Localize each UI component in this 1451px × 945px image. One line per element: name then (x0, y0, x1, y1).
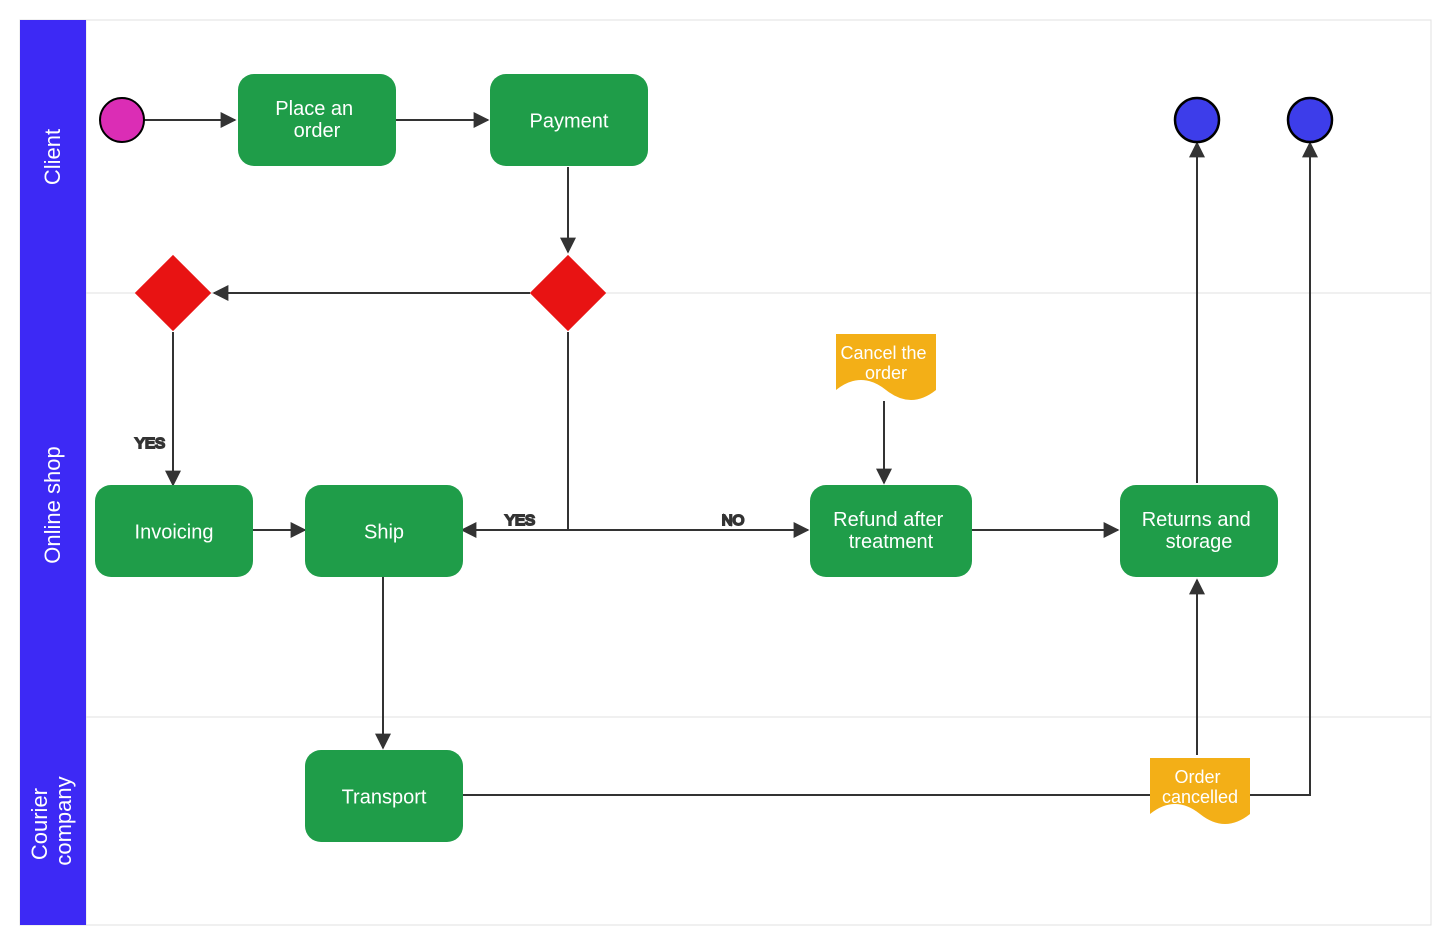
edge-label-no: NO (722, 512, 745, 529)
svg-text:Invoicing: Invoicing (135, 521, 214, 543)
start-event[interactable] (100, 98, 144, 142)
svg-text:Transport: Transport (342, 786, 427, 808)
svg-text:Refund after treatment: Refund after treatment (833, 509, 949, 553)
task-payment[interactable]: Payment (490, 74, 648, 166)
svg-text:Ship: Ship (364, 521, 404, 543)
lane-label-client: Client (40, 129, 65, 185)
edge-label-yes2: YES (505, 512, 535, 529)
svg-text:Payment: Payment (530, 110, 609, 132)
diagram-canvas: Client Online shop Courier company Couri… (0, 0, 1451, 945)
svg-text:Courier company: Courier company (27, 776, 76, 865)
edge-label-yes1: YES (135, 435, 165, 452)
end-event-1[interactable] (1175, 98, 1219, 142)
end-event-2[interactable] (1288, 98, 1332, 142)
task-transport[interactable]: Transport (305, 750, 463, 842)
task-invoicing[interactable]: Invoicing (95, 485, 253, 577)
swimlane-diagram: Client Online shop Courier company Couri… (0, 0, 1451, 945)
lane-label-shop: Online shop (40, 446, 65, 563)
task-ship[interactable]: Ship (305, 485, 463, 577)
